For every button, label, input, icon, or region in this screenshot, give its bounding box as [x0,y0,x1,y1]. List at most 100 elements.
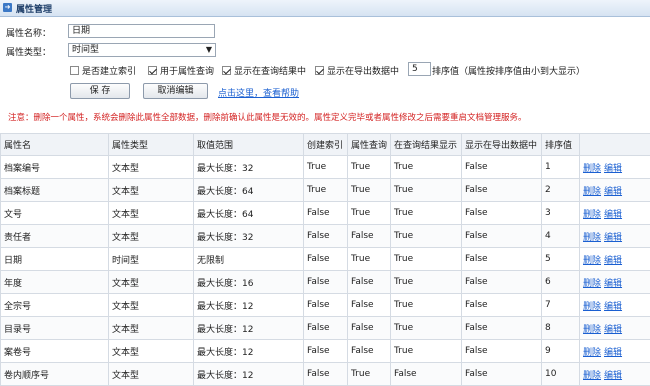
table-cell: 无限制 [194,248,304,271]
table-cell: False [304,202,348,225]
table-cell: 文本型 [109,202,194,225]
table-cell: 6 [542,271,580,294]
table-cell: False [462,340,542,363]
table-cell: 最大长度：64 [194,202,304,225]
table-row: 档案标题文本型最大长度：64TrueTrueTrueFalse2删除编辑 [1,179,650,202]
table-cell: False [304,317,348,340]
delete-link[interactable]: 删除 [583,348,601,358]
table-cell: 文号 [1,202,109,225]
table-cell: 时间型 [109,248,194,271]
table-cell: True [391,248,462,271]
table-cell: True [391,202,462,225]
table-cell: 最大长度：32 [194,225,304,248]
row-actions: 删除编辑 [580,363,650,386]
show-export-checkbox[interactable]: 显示在导出数据中 [315,64,399,77]
table-cell: 年度 [1,271,109,294]
edit-link[interactable]: 编辑 [604,371,622,381]
delete-link[interactable]: 删除 [583,233,601,243]
save-button[interactable]: 保 存 [70,83,130,99]
edit-link[interactable]: 编辑 [604,233,622,243]
row-actions: 删除编辑 [580,294,650,317]
show-export-checkbox-label: 显示在导出数据中 [327,64,399,77]
name-input[interactable]: 日期 [68,24,215,38]
delete-link[interactable]: 删除 [583,256,601,266]
type-label: 属性类型： [6,45,51,58]
table-cell: 7 [542,294,580,317]
title-bar: ➜ 属性管理 [0,0,650,17]
column-header [580,134,650,156]
table-cell: 文本型 [109,363,194,386]
edit-link[interactable]: 编辑 [604,325,622,335]
table-cell: 最大长度：32 [194,156,304,179]
column-header: 在查询结果显示 [391,134,462,156]
table-cell: False [391,363,462,386]
table-cell: 日期 [1,248,109,271]
index-checkbox[interactable]: 是否建立索引 [70,64,136,77]
edit-link[interactable]: 编辑 [604,256,622,266]
order-input[interactable]: 5 [408,62,431,76]
table-cell: 目录号 [1,317,109,340]
table-cell: False [462,363,542,386]
row-actions: 删除编辑 [580,179,650,202]
delete-link[interactable]: 删除 [583,371,601,381]
delete-link[interactable]: 删除 [583,302,601,312]
table-cell: True [304,156,348,179]
delete-link[interactable]: 删除 [583,187,601,197]
table-cell: True [391,225,462,248]
delete-link[interactable]: 删除 [583,279,601,289]
delete-link[interactable]: 删除 [583,164,601,174]
table-cell: 3 [542,202,580,225]
delete-link[interactable]: 删除 [583,325,601,335]
table-cell: True [348,156,391,179]
table-row: 目录号文本型最大长度：12FalseFalseTrueFalse8删除编辑 [1,317,650,340]
table-cell: True [348,363,391,386]
table-row: 文号文本型最大长度：64FalseTrueTrueFalse3删除编辑 [1,202,650,225]
show-result-checkbox-box[interactable] [222,66,231,75]
help-link[interactable]: 点击这里，查看帮助 [218,86,299,99]
column-header: 属性名 [1,134,109,156]
table-cell: False [304,248,348,271]
cancel-edit-button[interactable]: 取消编辑 [143,83,208,99]
table-cell: 卷内顺序号 [1,363,109,386]
delete-link[interactable]: 删除 [583,210,601,220]
table-cell: True [348,202,391,225]
table-cell: 8 [542,317,580,340]
show-result-checkbox-label: 显示在查询结果中 [234,64,306,77]
table-cell: 10 [542,363,580,386]
table-cell: False [348,271,391,294]
edit-link[interactable]: 编辑 [604,187,622,197]
table-cell: False [304,271,348,294]
attribute-table: 属性名属性类型取值范围创建索引属性查询在查询结果显示显示在导出数据中排序值 档案… [0,133,650,386]
column-header: 显示在导出数据中 [462,134,542,156]
table-cell: 9 [542,340,580,363]
table-body: 档案编号文本型最大长度：32TrueTrueTrueFalse1删除编辑档案标题… [1,156,650,386]
table-cell: True [391,340,462,363]
table-cell: False [462,156,542,179]
query-checkbox[interactable]: 用于属性查询 [148,64,214,77]
table-cell: False [462,225,542,248]
show-result-checkbox[interactable]: 显示在查询结果中 [222,64,306,77]
table-cell: 文本型 [109,317,194,340]
table-cell: 全宗号 [1,294,109,317]
edit-link[interactable]: 编辑 [604,210,622,220]
type-select[interactable]: 时间型 ▼ [68,43,216,57]
table-cell: False [348,317,391,340]
edit-link[interactable]: 编辑 [604,279,622,289]
table-cell: False [304,225,348,248]
row-actions: 删除编辑 [580,156,650,179]
table-cell: True [348,248,391,271]
table-cell: True [304,179,348,202]
table-cell: False [462,294,542,317]
index-checkbox-box[interactable] [70,66,79,75]
edit-link[interactable]: 编辑 [604,164,622,174]
row-actions: 删除编辑 [580,271,650,294]
table-header-row: 属性名属性类型取值范围创建索引属性查询在查询结果显示显示在导出数据中排序值 [1,134,650,156]
edit-link[interactable]: 编辑 [604,302,622,312]
edit-link[interactable]: 编辑 [604,348,622,358]
query-checkbox-box[interactable] [148,66,157,75]
show-export-checkbox-box[interactable] [315,66,324,75]
table-row: 日期时间型无限制FalseTrueTrueFalse5删除编辑 [1,248,650,271]
table-cell: 责任者 [1,225,109,248]
table-cell: 1 [542,156,580,179]
index-checkbox-label: 是否建立索引 [82,64,136,77]
